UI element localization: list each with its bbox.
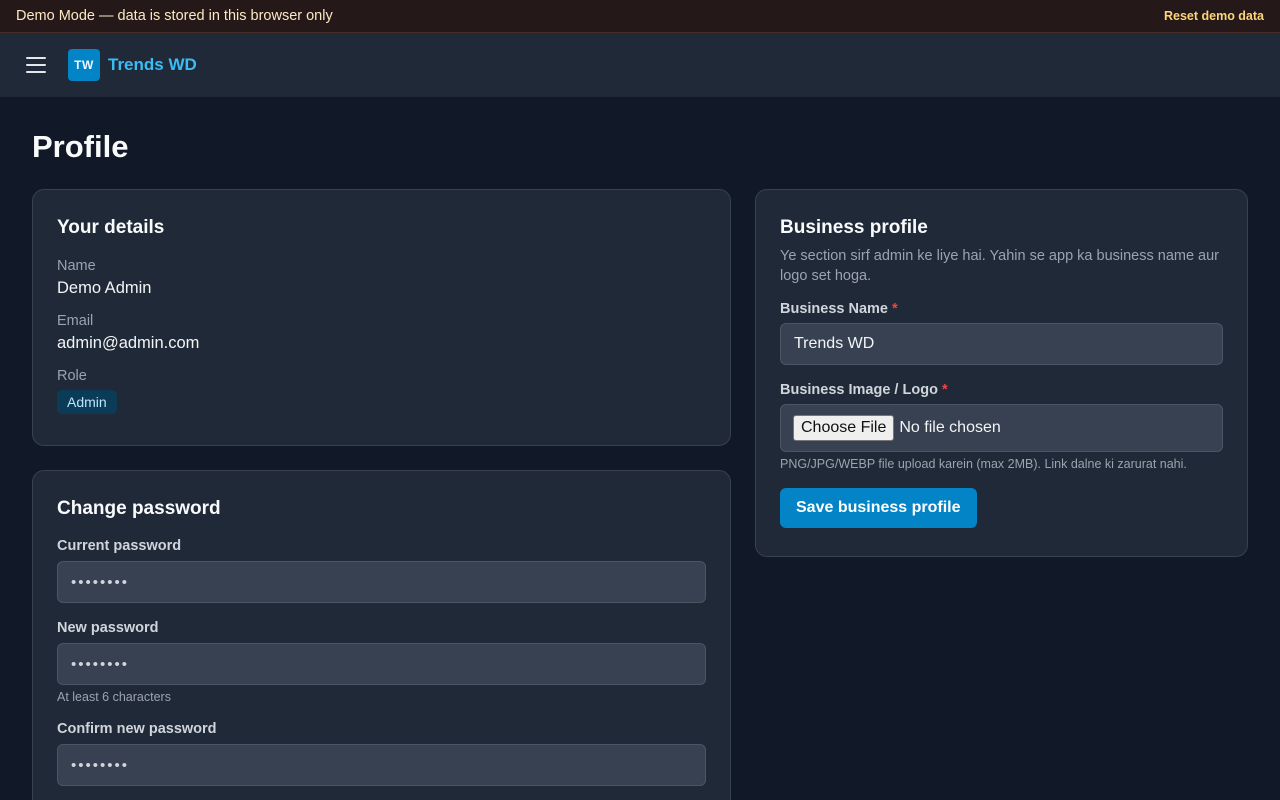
new-password-label: New password	[57, 620, 159, 636]
change-password-title: Change password	[57, 498, 221, 519]
role-badge: Admin	[57, 390, 117, 414]
business-image-label-text: Business Image / Logo	[780, 382, 938, 398]
confirm-password-label: Confirm new password	[57, 721, 217, 737]
business-image-file-input[interactable]: Choose File No file chosen	[780, 404, 1223, 452]
email-value: admin@admin.com	[57, 334, 200, 352]
business-image-label: Business Image / Logo *	[780, 382, 1223, 398]
required-mark: *	[941, 382, 948, 398]
file-status: No file chosen	[899, 419, 1001, 436]
confirm-password-input[interactable]: ••••••••	[57, 744, 706, 786]
business-profile-description: Ye section sirf admin ke liye hai. Yahin…	[780, 248, 1220, 284]
email-label: Email	[57, 313, 94, 329]
name-label: Name	[57, 258, 96, 274]
brand-name: Trends WD	[108, 55, 197, 74]
current-password-label: Current password	[57, 538, 182, 554]
menu-icon[interactable]	[26, 57, 46, 73]
current-password-input[interactable]: ••••••••	[57, 561, 706, 603]
demo-mode-text: Demo Mode — data is stored in this brows…	[16, 8, 333, 24]
business-name-label: Business Name *	[780, 301, 1223, 317]
your-details-title: Your details	[57, 217, 165, 238]
business-profile-title: Business profile	[780, 217, 928, 238]
business-name-input[interactable]: Trends WD	[780, 323, 1223, 365]
business-name-label-text: Business Name	[780, 301, 888, 317]
brand[interactable]: TW Trends WD	[68, 49, 197, 81]
change-password-card: Change password Current password •••••••…	[32, 470, 731, 800]
file-upload-hint: PNG/JPG/WEBP file upload karein (max 2MB…	[780, 457, 1187, 471]
brand-logo: TW	[68, 49, 100, 81]
required-mark: *	[892, 301, 898, 317]
your-details-card: Your details Name Demo Admin Email admin…	[32, 189, 731, 446]
reset-demo-data-button[interactable]: Reset demo data	[1164, 9, 1264, 23]
top-navigation-bar: TW Trends WD	[0, 33, 1280, 97]
page-title: Profile	[32, 129, 129, 164]
save-business-profile-button[interactable]: Save business profile	[780, 488, 977, 528]
role-label: Role	[57, 368, 87, 384]
new-password-hint: At least 6 characters	[57, 690, 171, 704]
business-profile-card: Business profile Ye section sirf admin k…	[755, 189, 1248, 557]
name-value: Demo Admin	[57, 279, 152, 297]
demo-mode-banner: Demo Mode — data is stored in this brows…	[0, 0, 1280, 33]
new-password-input[interactable]: ••••••••	[57, 643, 706, 685]
choose-file-button[interactable]: Choose File	[793, 415, 895, 441]
